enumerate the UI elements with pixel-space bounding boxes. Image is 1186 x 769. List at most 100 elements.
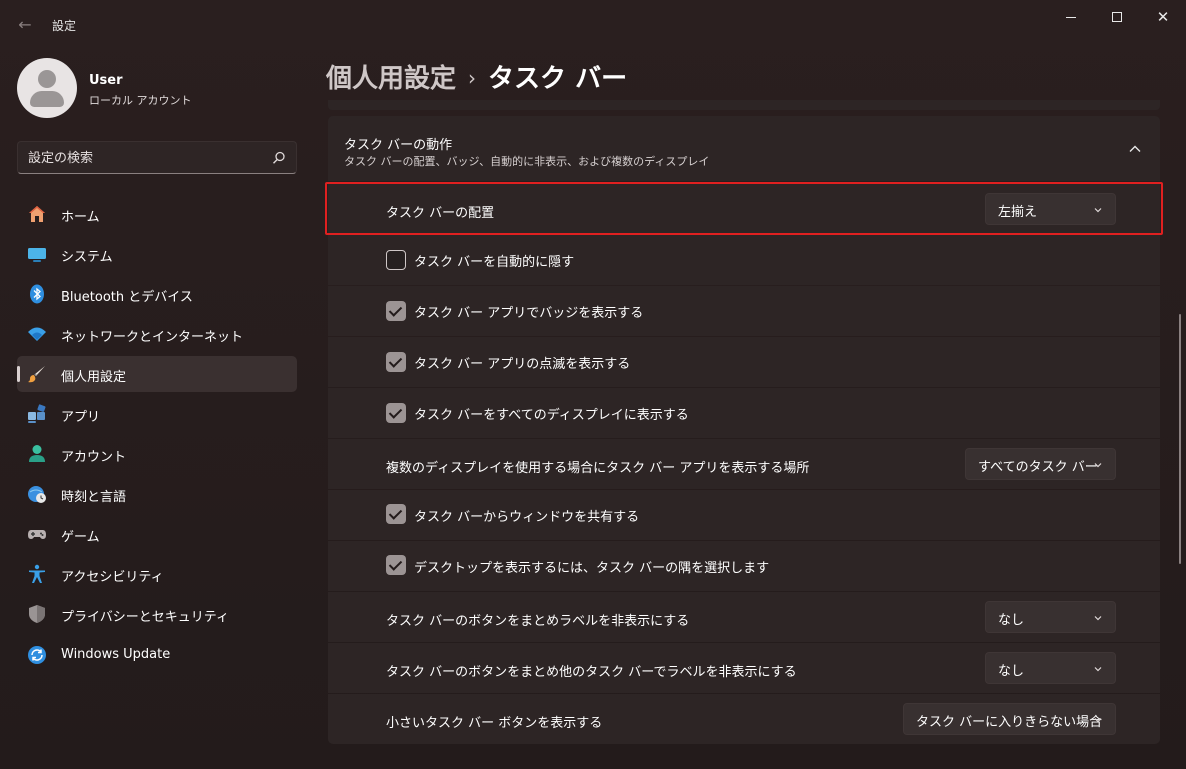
sidebar-item-label: ホーム <box>61 210 100 225</box>
sidebar-item-label: プライバシーとセキュリティ <box>61 610 229 625</box>
multi-display-row: 複数のディスプレイを使用する場合にタスク バー アプリを表示する場所 すべてのタ… <box>328 439 1160 489</box>
sidebar-item-label: 個人用設定 <box>61 370 127 385</box>
show-desktop-checkbox[interactable] <box>386 555 406 575</box>
flashing-checkbox[interactable] <box>386 352 406 372</box>
sidebar-item-gaming[interactable]: ゲーム <box>17 516 297 552</box>
sidebar-item-bluetooth[interactable]: Bluetooth とデバイス <box>17 276 297 312</box>
badges-label: タスク バー アプリでバッジを表示する <box>414 306 644 321</box>
sidebar-item-label: ネットワークとインターネット <box>61 330 244 345</box>
maximize-icon <box>1112 12 1122 22</box>
combine-buttons-dropdown[interactable]: なし <box>985 601 1116 633</box>
group-description: タスク バーの配置、バッジ、自動的に非表示、および複数のディスプレイ <box>344 155 710 168</box>
update-icon <box>28 646 46 664</box>
all-displays-label: タスク バーをすべてのディスプレイに表示する <box>414 408 689 423</box>
share-window-checkbox[interactable] <box>386 504 406 524</box>
all-displays-row: タスク バーをすべてのディスプレイに表示する <box>328 388 1160 438</box>
avatar-body-icon <box>30 91 64 107</box>
show-desktop-row: デスクトップを表示するには、タスク バーの隅を選択します <box>328 541 1160 591</box>
accessibility-icon <box>29 564 45 583</box>
combine-other-row: タスク バーのボタンをまとめ他のタスク バーでラベルを非表示にする なし <box>328 643 1160 693</box>
person-icon <box>29 445 45 462</box>
back-arrow-icon: ← <box>18 15 32 34</box>
maximize-button[interactable] <box>1094 0 1140 34</box>
small-buttons-dropdown[interactable]: タスク バーに入りきらない場合 <box>903 703 1116 735</box>
user-name: User <box>89 73 123 88</box>
flashing-label: タスク バー アプリの点滅を表示する <box>414 357 631 372</box>
minimize-icon <box>1066 16 1076 18</box>
autohide-label: タスク バーを自動的に隠す <box>414 255 575 270</box>
scrollbar-thumb[interactable] <box>1179 314 1181 564</box>
multi-display-dropdown[interactable]: すべてのタスク バー <box>965 448 1116 480</box>
autohide-checkbox[interactable] <box>386 250 406 270</box>
previous-card-edge <box>328 100 1160 110</box>
user-account-type: ローカル アカウント <box>89 94 192 107</box>
display-icon <box>28 248 46 262</box>
sidebar-item-home[interactable]: ホーム <box>17 196 297 232</box>
dropdown-value: 左揃え <box>998 205 1038 220</box>
sidebar-item-network[interactable]: ネットワークとインターネット <box>17 316 297 352</box>
share-window-row: タスク バーからウィンドウを共有する <box>328 490 1160 540</box>
chevron-down-icon <box>1094 616 1102 621</box>
title-bar: ← 設定 ✕ <box>0 0 1186 48</box>
shield-icon <box>29 605 45 623</box>
sidebar-item-label: Bluetooth とデバイス <box>61 290 193 305</box>
combine-other-dropdown[interactable]: なし <box>985 652 1116 684</box>
chevron-down-icon <box>1094 718 1102 723</box>
combine-buttons-label: タスク バーのボタンをまとめラベルを非表示にする <box>386 614 690 629</box>
sidebar-item-label: アクセシビリティ <box>61 570 164 585</box>
sidebar-item-windows-update[interactable]: Windows Update <box>17 637 297 673</box>
flashing-row: タスク バー アプリの点滅を表示する <box>328 337 1160 387</box>
minimize-button[interactable] <box>1048 0 1094 34</box>
taskbar-behavior-header[interactable]: タスク バーの動作 タスク バーの配置、バッジ、自動的に非表示、および複数のディ… <box>328 116 1160 181</box>
group-title: タスク バーの動作 <box>344 138 453 153</box>
avatar[interactable] <box>17 58 77 118</box>
brush-icon <box>28 366 45 383</box>
wifi-icon <box>28 327 46 341</box>
app-title: 設定 <box>52 19 77 33</box>
globe-clock-icon <box>28 486 46 503</box>
alignment-dropdown[interactable]: 左揃え <box>985 193 1116 225</box>
badges-row: タスク バー アプリでバッジを表示する <box>328 286 1160 336</box>
combine-other-label: タスク バーのボタンをまとめ他のタスク バーでラベルを非表示にする <box>386 665 797 680</box>
close-icon: ✕ <box>1156 7 1170 26</box>
sidebar-item-label: アプリ <box>61 410 101 425</box>
bluetooth-icon <box>30 284 44 304</box>
close-button[interactable]: ✕ <box>1140 0 1186 34</box>
badges-checkbox[interactable] <box>386 301 406 321</box>
chevron-down-icon <box>1094 208 1102 213</box>
sidebar-item-personalization[interactable]: 個人用設定 <box>17 356 297 392</box>
sidebar-item-system[interactable]: システム <box>17 236 297 272</box>
search-input[interactable] <box>28 149 258 167</box>
dropdown-value: すべてのタスク バー <box>978 460 1098 475</box>
sidebar-item-label: ゲーム <box>61 530 100 545</box>
multi-display-label: 複数のディスプレイを使用する場合にタスク バー アプリを表示する場所 <box>386 461 810 476</box>
all-displays-checkbox[interactable] <box>386 403 406 423</box>
back-button[interactable]: ← <box>14 14 36 36</box>
breadcrumb-separator-icon: › <box>468 66 477 90</box>
sidebar-item-label: システム <box>61 250 113 265</box>
sidebar-item-apps[interactable]: アプリ <box>17 396 297 432</box>
sidebar-item-accessibility[interactable]: アクセシビリティ <box>17 556 297 592</box>
apps-icon <box>28 404 46 423</box>
dropdown-value: なし <box>998 613 1025 628</box>
page-title: タスク バー <box>488 64 628 94</box>
small-buttons-row: 小さいタスク バー ボタンを表示する タスク バーに入りきらない場合 <box>328 694 1160 744</box>
share-window-label: タスク バーからウィンドウを共有する <box>414 510 640 525</box>
search-box[interactable] <box>17 141 297 174</box>
settings-window: ← 設定 ✕ User ローカル アカウント ホーム <box>0 0 1186 769</box>
search-icon[interactable] <box>272 151 286 165</box>
sidebar-item-time-language[interactable]: 時刻と言語 <box>17 476 297 512</box>
small-buttons-label: 小さいタスク バー ボタンを表示する <box>386 716 603 731</box>
alignment-label: タスク バーの配置 <box>386 206 495 221</box>
home-icon <box>29 206 45 222</box>
breadcrumb: 個人用設定 › タスク バー <box>326 58 627 95</box>
alignment-row: タスク バーの配置 左揃え <box>328 183 1160 234</box>
avatar-head-icon <box>38 70 56 88</box>
combine-buttons-row: タスク バーのボタンをまとめラベルを非表示にする なし <box>328 592 1160 642</box>
sidebar-item-accounts[interactable]: アカウント <box>17 436 297 472</box>
chevron-down-icon <box>1094 463 1102 468</box>
sidebar-item-privacy[interactable]: プライバシーとセキュリティ <box>17 596 297 632</box>
breadcrumb-parent[interactable]: 個人用設定 <box>326 64 456 94</box>
chevron-up-icon[interactable] <box>1128 142 1142 156</box>
sidebar-item-label: 時刻と言語 <box>61 490 127 505</box>
